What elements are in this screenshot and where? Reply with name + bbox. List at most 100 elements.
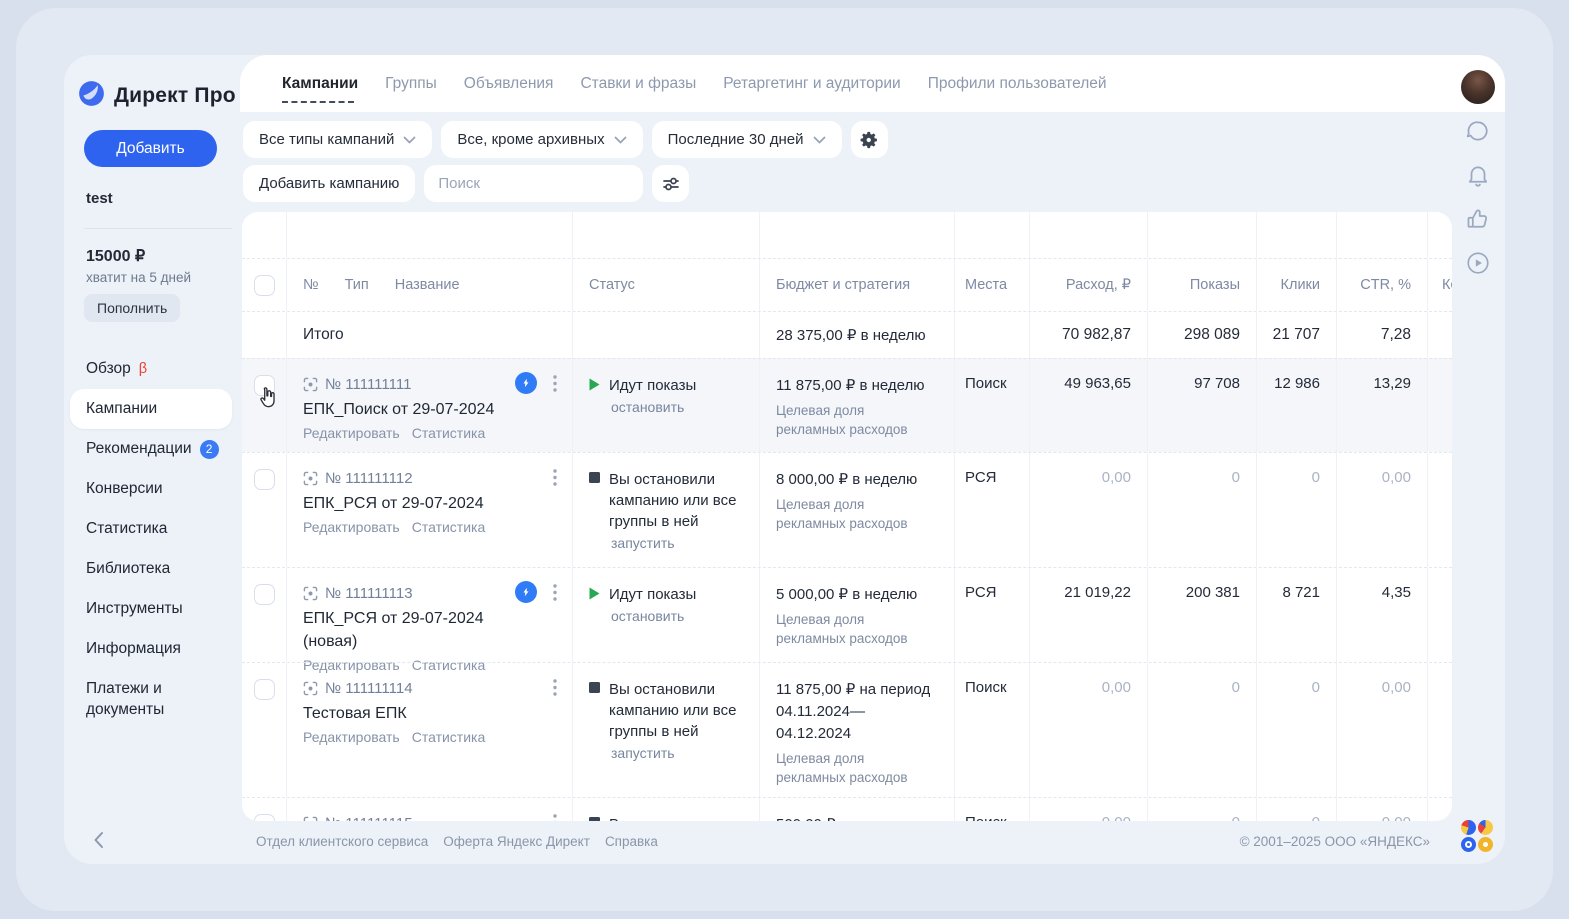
sidebar-item-statistics[interactable]: Статистика — [64, 509, 240, 549]
tab-user-profiles[interactable]: Профили пользователей — [928, 69, 1107, 99]
sidebar-item-conversions[interactable]: Конверсии — [64, 469, 240, 509]
clicks-value: 12 986 — [1257, 359, 1337, 452]
spend-value: 21 019,22 — [1030, 568, 1148, 662]
logo-text: Директ Про — [114, 84, 236, 108]
period-filter[interactable]: Последние 30 дней — [652, 121, 842, 158]
ctr-value: 0,00 — [1337, 798, 1428, 821]
chevron-down-icon — [614, 136, 627, 144]
status-action-link[interactable]: запустить — [611, 745, 759, 761]
campaign-number[interactable]: № 111111112 — [325, 470, 413, 487]
col-type[interactable]: Тип — [345, 277, 369, 293]
row-checkbox[interactable] — [254, 375, 275, 396]
campaign-number[interactable]: № 111111111 — [325, 376, 411, 393]
sidebar-item-payments[interactable]: Платежи и документы — [64, 669, 240, 731]
chat-button[interactable] — [1465, 118, 1491, 144]
social-icon-1[interactable] — [1461, 820, 1476, 835]
footer-link-help[interactable]: Справка — [605, 834, 658, 849]
row-checkbox[interactable] — [254, 584, 275, 605]
col-name[interactable]: Название — [395, 277, 460, 293]
sidebar-item-information[interactable]: Информация — [64, 629, 240, 669]
social-icon-3[interactable] — [1461, 837, 1476, 852]
tab-campaigns[interactable]: Кампании — [282, 69, 358, 99]
archive-filter[interactable]: Все, кроме архивных — [441, 121, 642, 158]
tab-bids-phrases[interactable]: Ставки и фразы — [580, 69, 696, 99]
add-button[interactable]: Добавить — [84, 130, 217, 167]
row-menu-button[interactable] — [546, 811, 564, 821]
clicks-value: 0 — [1257, 798, 1337, 821]
tab-ads[interactable]: Объявления — [464, 69, 554, 99]
table-settings-button[interactable] — [851, 121, 888, 158]
sidebar-item-tools[interactable]: Инструменты — [64, 589, 240, 629]
col-number[interactable]: № — [303, 277, 319, 293]
social-icon-4[interactable] — [1478, 837, 1493, 852]
social-icon-2[interactable] — [1478, 820, 1493, 835]
places-value: Поиск — [955, 798, 1030, 821]
notifications-button[interactable] — [1465, 162, 1491, 188]
edit-link[interactable]: Редактировать — [303, 425, 400, 441]
row-checkbox[interactable] — [254, 679, 275, 700]
col-conversions[interactable]: Конверсии — [1428, 259, 1452, 311]
sidebar-item-overview[interactable]: Обзор β — [64, 349, 240, 389]
status-action-link[interactable]: остановить — [611, 399, 759, 415]
avatar[interactable] — [1461, 70, 1495, 104]
campaign-name[interactable]: ЕПК_РСЯ от 29-07-2024 — [303, 492, 572, 515]
topup-button[interactable]: Пополнить — [84, 294, 180, 322]
play-circle-icon — [1465, 250, 1491, 276]
sidebar-item-recommendations[interactable]: Рекомендации 2 — [64, 429, 240, 469]
chevron-down-icon — [813, 136, 826, 144]
sidebar-item-library[interactable]: Библиотека — [64, 549, 240, 589]
status-action-link[interactable]: остановить — [611, 608, 759, 624]
advanced-filters-button[interactable] — [652, 165, 689, 202]
col-clicks[interactable]: Клики — [1257, 259, 1337, 311]
row-menu-button[interactable] — [546, 581, 564, 603]
feedback-button[interactable] — [1465, 206, 1491, 232]
campaign-type-filter[interactable]: Все типы кампаний — [243, 121, 432, 158]
col-budget[interactable]: Бюджет и стратегия — [760, 259, 955, 311]
campaign-type-icon — [303, 377, 318, 392]
status-text: Вы остановили кампанию или все группы в … — [609, 679, 759, 742]
footer-link-support[interactable]: Отдел клиентского сервиса — [256, 834, 428, 849]
sliders-icon — [661, 174, 681, 194]
row-menu-button[interactable] — [546, 466, 564, 488]
sidebar-collapse-button[interactable] — [86, 828, 110, 852]
copyright: © 2001–2025 ООО «ЯНДЕКС» — [1240, 834, 1430, 849]
beta-mark: β — [139, 361, 147, 377]
direct-pro-logo-icon — [78, 80, 105, 112]
tab-retargeting[interactable]: Ретаргетинг и аудитории — [723, 69, 900, 99]
stats-link[interactable]: Статистика — [412, 519, 486, 535]
row-menu-button[interactable] — [546, 676, 564, 698]
col-status[interactable]: Статус — [573, 259, 760, 311]
logo[interactable]: Директ Про — [78, 80, 236, 112]
campaign-name[interactable]: ЕПК_Поиск от 29-07-2024 — [303, 398, 572, 421]
sidebar-item-campaigns[interactable]: Кампании — [70, 389, 232, 429]
filter-row-primary: Все типы кампаний Все, кроме архивных По… — [243, 121, 888, 158]
search-input[interactable] — [424, 165, 643, 202]
totals-spend: 70 982,87 — [1030, 312, 1148, 358]
campaign-name[interactable]: Тестовая ЕПК — [303, 702, 572, 725]
row-menu-button[interactable] — [546, 372, 564, 394]
totals-impressions: 298 089 — [1148, 312, 1257, 358]
impressions-value: 97 708 — [1148, 359, 1257, 452]
row-checkbox[interactable] — [254, 814, 275, 821]
stats-link[interactable]: Статистика — [412, 729, 486, 745]
select-all-checkbox[interactable] — [254, 275, 275, 296]
campaign-number[interactable]: № 111111115 — [325, 815, 413, 822]
footer-link-offer[interactable]: Оферта Яндекс Директ — [443, 834, 590, 849]
col-places[interactable]: Места — [955, 259, 1030, 311]
col-ctr[interactable]: CTR, % — [1337, 259, 1428, 311]
places-value: Поиск — [955, 359, 1030, 452]
add-campaign-button[interactable]: Добавить кампанию — [243, 165, 415, 202]
row-checkbox[interactable] — [254, 469, 275, 490]
campaign-name[interactable]: ЕПК_РСЯ от 29-07-2024 (новая) — [303, 607, 572, 653]
col-impressions[interactable]: Показы — [1148, 259, 1257, 311]
campaign-number[interactable]: № 111111113 — [325, 585, 413, 602]
tab-groups[interactable]: Группы — [385, 69, 437, 99]
col-spend[interactable]: Расход, ₽ — [1030, 259, 1148, 311]
stats-link[interactable]: Статистика — [412, 425, 486, 441]
edit-link[interactable]: Редактировать — [303, 519, 400, 535]
edit-link[interactable]: Редактировать — [303, 729, 400, 745]
campaign-number[interactable]: № 111111114 — [325, 680, 413, 697]
table-top-strip — [242, 212, 1452, 258]
video-help-button[interactable] — [1465, 250, 1491, 276]
status-action-link[interactable]: запустить — [611, 535, 759, 551]
